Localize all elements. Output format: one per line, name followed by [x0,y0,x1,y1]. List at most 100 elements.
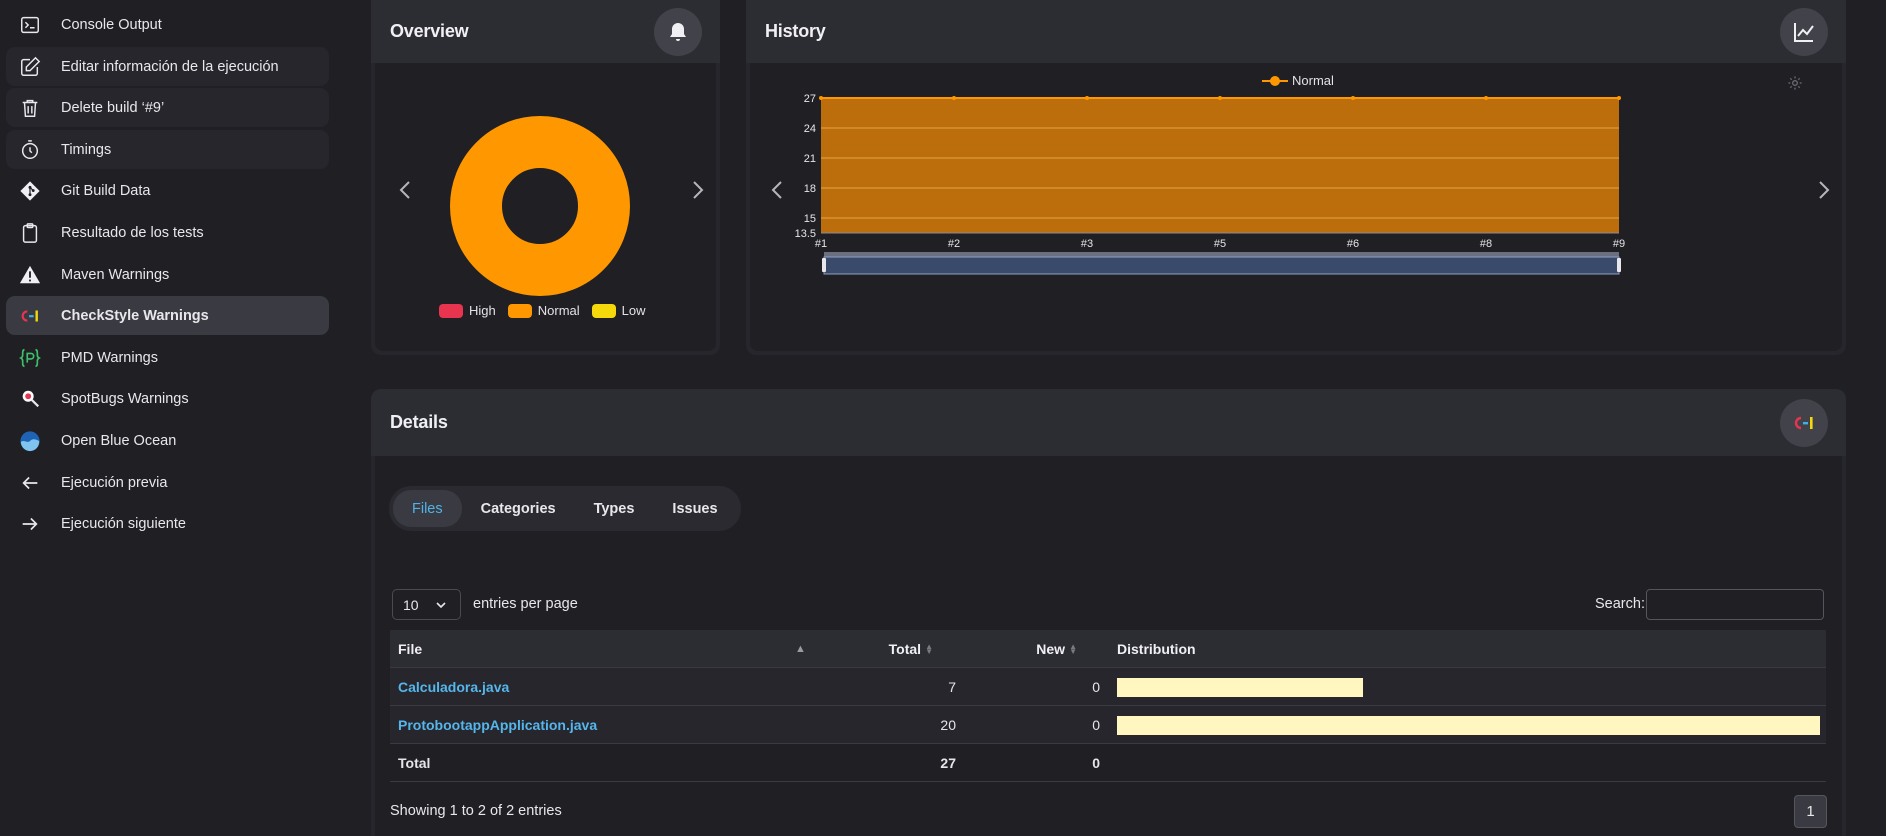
sidebar-item-label: Delete build ‘#9’ [61,99,165,116]
arrow-right-icon [18,512,42,536]
sidebar-item-label: Console Output [61,16,162,33]
legend-item-normal[interactable]: Normal [507,303,580,318]
x-tick-label: #5 [1214,238,1226,250]
data-point [952,96,956,100]
column-header-new-wrap[interactable]: New ▲ ▼ [927,630,1077,668]
data-point [1218,96,1222,100]
sidebar-item-edit-info[interactable]: Editar información de la ejecución [6,47,329,86]
git-icon [18,179,42,203]
y-tick-label: 15 [804,213,816,225]
checkstyle-icon [18,304,42,328]
bell-icon [670,22,686,41]
entries-per-page-label: entries per page [473,596,578,612]
tab-issues[interactable]: Issues [653,490,736,527]
showing-entries-text: Showing 1 to 2 of 2 entries [390,803,562,819]
overview-legend: High Normal Low [439,303,658,318]
data-point [1351,96,1355,100]
new-cell: 0 [1092,679,1100,695]
checkstyle-icon [1794,416,1813,429]
x-tick-label: #9 [1613,238,1625,250]
total-cell: 7 [948,679,956,695]
sidebar-item-previous-build[interactable]: Ejecución previa [6,463,329,502]
details-tabs: Files Categories Types Issues [389,486,741,531]
sidebar-item-open-blue-ocean[interactable]: Open Blue Ocean [6,421,329,460]
sidebar-item-label: SpotBugs Warnings [61,390,189,407]
spotbugs-icon [18,387,42,411]
y-tick-label: 21 [804,153,816,165]
sidebar-item-pmd-warnings[interactable]: PMD Warnings [6,338,329,377]
history-area-chart: 13.5 15 18 21 24 27 #1 #2 #3 #5 #6 #8 #9 [795,93,1625,275]
column-header-file[interactable]: File [398,630,422,668]
search-input[interactable] [1646,589,1824,620]
arrow-left-icon [18,471,42,495]
legend-swatch [439,303,463,318]
sidebar-item-checkstyle-warnings[interactable]: CheckStyle Warnings [6,296,329,335]
sidebar-item-delete-build[interactable]: Delete build ‘#9’ [6,88,329,127]
column-header-distribution[interactable]: Distribution [1117,630,1196,668]
sidebar-item-label: Timings [61,141,112,158]
legend-label: High [469,303,496,318]
y-tick-label: 13.5 [795,228,816,240]
overview-title: Overview [390,21,469,41]
x-tick-label: #1 [815,238,827,250]
sidebar: Console Output Editar información de la … [0,0,340,836]
file-link[interactable]: Calculadora.java [398,668,509,706]
severity-donut-chart [450,116,630,296]
sidebar-item-label: Ejecución previa [61,474,168,491]
sidebar-item-maven-warnings[interactable]: Maven Warnings [6,255,329,294]
history-title: History [765,21,826,41]
trash-icon [18,96,42,120]
zoom-handle-left [822,258,826,272]
x-tick-label: #2 [948,238,960,250]
overview-header: Overview [371,0,720,63]
sidebar-item-git-build-data[interactable]: Git Build Data [6,171,329,210]
zoom-handle-right [1617,258,1621,272]
sidebar-item-test-results[interactable]: Resultado de los tests [6,213,329,252]
tab-files[interactable]: Files [393,490,462,527]
trend-button[interactable] [1780,7,1828,56]
tab-categories[interactable]: Categories [462,490,575,527]
details-header: Details [371,389,1846,456]
history-body: 13.5 15 18 21 24 27 #1 #2 #3 #5 #6 #8 #9 Normal [750,63,1842,351]
page-button[interactable]: 1 [1794,795,1827,828]
x-tick-label: #6 [1347,238,1359,250]
checkstyle-button[interactable] [1780,398,1828,447]
page-size-select[interactable]: 10 [392,589,461,620]
chevron-left-icon[interactable] [394,178,418,202]
edit-icon [18,55,42,79]
column-header-total-wrap[interactable]: Total ▲ ▼ [783,630,933,668]
legend-swatch [591,303,616,318]
gear-icon[interactable] [1787,75,1803,91]
sidebar-item-label: Ejecución siguiente [61,515,186,532]
distribution-bar[interactable] [1117,716,1820,735]
x-tick-label: #3 [1081,238,1093,250]
file-link[interactable]: ProtobootappApplication.java [398,706,597,744]
distribution-bar[interactable] [1117,678,1363,697]
y-tick-label: 18 [804,183,816,195]
sort-icon: ▲ ▼ [1069,642,1077,656]
tab-types[interactable]: Types [575,490,654,527]
sidebar-item-label: Resultado de los tests [61,224,204,241]
sidebar-item-console-output[interactable]: Console Output [6,5,329,44]
overview-card: Overview High Normal Low [371,0,720,355]
chevron-right-icon[interactable] [685,178,709,202]
blue-ocean-icon [18,429,42,453]
sidebar-item-timings[interactable]: Timings [6,130,329,169]
legend-swatch [507,303,532,318]
sidebar-item-spotbugs-warnings[interactable]: SpotBugs Warnings [6,379,329,418]
area-normal [821,98,1619,233]
sidebar-item-label: Maven Warnings [61,266,170,283]
legend-item-low[interactable]: Low [591,303,646,318]
overview-body: High Normal Low [375,63,716,351]
legend-item-high[interactable]: High [439,303,496,318]
zoom-track [824,252,1619,257]
table-footer-row: Total 27 0 [390,744,1826,782]
sidebar-item-label: Git Build Data [61,182,151,199]
line-chart-icon [1794,22,1814,42]
notifications-button[interactable] [654,7,702,56]
legend-line-marker [1262,75,1288,86]
table-row: Calculadora.java 7 0 [390,668,1826,706]
clipboard-icon [18,221,42,245]
sidebar-item-next-build[interactable]: Ejecución siguiente [6,504,329,543]
pmd-icon [18,346,42,370]
